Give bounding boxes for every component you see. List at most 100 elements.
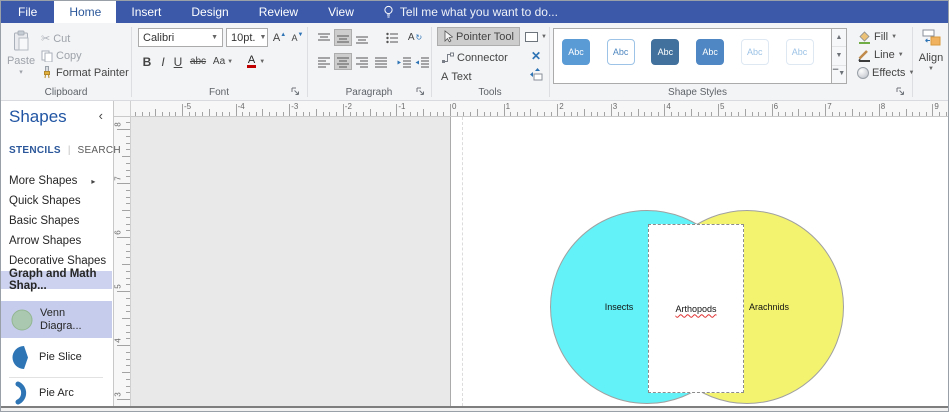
connection-point-tool-button[interactable]: ✕ [527,48,545,64]
paste-button[interactable]: Paste ▾ [7,27,35,89]
pointer-tool-button[interactable]: Pointer Tool [437,27,520,46]
cut-button[interactable]: ✂ Cut [39,30,72,47]
ruler-corner [114,101,131,117]
master-pie-arc[interactable]: Pie Arc [1,381,112,405]
gallery-scroll-up-icon[interactable]: ▲ [832,29,846,48]
text-block-tool-button[interactable] [527,67,545,83]
align-button[interactable]: Align ▼ [916,27,946,87]
align-center-button[interactable] [334,53,352,70]
shrink-font-button[interactable]: A ▼ [289,28,306,47]
font-family-select[interactable]: Calibri ▼ [138,28,223,47]
font-color-button[interactable]: A ▼ [243,53,269,70]
change-case-button[interactable]: Aa ▼ [211,53,235,70]
align-middle-button[interactable] [334,29,352,46]
font-group: Calibri ▼ 10pt. ▼ A ▲ A ▼ B I U abc Aa ▼ A ▼ … [131,23,307,100]
hruler-label: -2 [344,102,352,111]
strikethrough-button[interactable]: abc [187,53,209,70]
master-venn-diagram[interactable]: Venn Diagra... [1,301,112,338]
hruler-label: 0 [452,102,457,111]
page-margin-guide [462,117,463,406]
paragraph-dialog-launcher[interactable] [416,87,426,97]
stencils-tab[interactable]: STENCILS [9,145,61,156]
copy-button[interactable]: Copy [39,47,84,64]
drawing-page[interactable]: Arthopods Insects Arachnids [450,117,948,406]
sidebar-item-basic-shapes[interactable]: Basic Shapes [1,211,112,231]
format-painter-button[interactable]: Format Painter [39,64,131,81]
gallery-more-icon[interactable]: ▔▼ [832,66,846,83]
hruler-label: 3 [612,102,618,111]
chevron-down-icon[interactable]: ▼ [255,34,266,41]
tab-review[interactable]: Review [244,1,313,23]
sidebar-item-quick-shapes[interactable]: Quick Shapes [1,191,112,211]
tools-group: Pointer Tool ▼ Connector ✕ A Text Tools [431,23,549,100]
hruler-label: 8 [880,102,886,111]
underline-button[interactable]: U [171,53,185,70]
shape-style-chip-6[interactable]: Abc [785,39,814,65]
shape-styles-dialog-launcher[interactable] [896,87,906,97]
effects-button[interactable]: Effects ▼ [855,64,916,81]
shape-style-chip-4[interactable]: Abc [696,39,725,65]
effects-icon [857,66,869,79]
app-window: File Home Insert Design Review View Tell me … [0,0,949,412]
align-bottom-button[interactable] [353,29,371,46]
shape-style-chip-2[interactable]: Abc [606,39,635,65]
vruler-label: 3 [114,392,123,397]
chevron-down-icon[interactable]: ▼ [207,34,218,41]
hruler-label: 7 [827,102,832,111]
bullets-button[interactable] [383,29,401,46]
align-icon [922,29,941,46]
sidebar-item-graph-and-math-shap[interactable]: Graph and Math Shap... [1,268,112,292]
sidebar-item-arrow-shapes[interactable]: Arrow Shapes [1,231,112,251]
search-tab[interactable]: SEARCH [77,145,120,156]
shape-style-chip-5[interactable]: Abc [740,39,769,65]
tools-group-label: Tools [478,87,502,98]
paragraph-group: A ↻ Paragraph [307,23,431,100]
hruler-label: 5 [720,102,725,111]
rectangle-tool-button[interactable]: ▼ [525,29,547,44]
hruler-label: -1 [398,102,406,111]
hruler-label: 9 [934,102,939,111]
decrease-indent-button[interactable] [395,53,413,70]
connector-tool-button[interactable]: Connector [439,49,510,66]
tab-home[interactable]: Home [54,1,117,23]
justify-button[interactable] [372,53,390,70]
font-size-select[interactable]: 10pt. ▼ [226,28,268,47]
increase-indent-button[interactable] [413,53,431,70]
align-right-button[interactable] [353,53,371,70]
copy-icon [41,50,53,62]
shape-styles-group-label: Shape Styles [668,87,727,98]
italic-button[interactable]: I [156,53,170,70]
grow-font-button[interactable]: A ▲ [271,28,288,47]
text-tool-button[interactable]: A Text [439,68,474,85]
vruler-label: 6 [114,230,123,235]
tab-design[interactable]: Design [176,1,243,23]
shape-style-chip-1[interactable]: Abc [562,39,590,65]
lightbulb-icon [383,5,394,19]
fill-button[interactable]: Fill ▼ [855,28,899,45]
gallery-scrollbar[interactable]: ▲ ▼ ▔▼ [831,29,846,83]
stencil-nav-list: More Shapes ▸ Quick Shapes Basic Shapes Arro… [1,171,112,292]
align-top-button[interactable] [315,29,333,46]
line-button[interactable]: Line ▼ [855,46,906,63]
align-left-button[interactable] [315,53,333,70]
shapes-panel-title: Shapes [9,107,67,126]
hruler-label: -3 [291,102,299,111]
tab-file[interactable]: File [1,1,54,23]
drawing-canvas[interactable]: Arthopods Insects Arachnids [131,117,948,406]
text-direction-button[interactable]: A ↻ [405,29,425,46]
font-group-label: Font [208,87,229,98]
collapse-panel-icon[interactable]: ‹ [99,109,103,122]
tab-insert[interactable]: Insert [116,1,176,23]
bold-button[interactable]: B [139,53,155,70]
gallery-scroll-down-icon[interactable]: ▼ [832,47,846,66]
shape-style-chip-3[interactable]: Abc [651,39,680,65]
hruler-label: 2 [559,102,564,111]
text-tool-icon: A [441,70,449,83]
sidebar-item-more-shapes[interactable]: More Shapes ▸ [1,171,112,191]
tell-me-box[interactable]: Tell me what you want to do... [383,1,558,23]
vruler-label: 7 [114,176,123,181]
pie-slice-icon [11,344,31,370]
tab-view[interactable]: View [313,1,369,23]
font-dialog-launcher[interactable] [291,87,301,97]
master-pie-slice[interactable]: Pie Slice [1,344,112,370]
